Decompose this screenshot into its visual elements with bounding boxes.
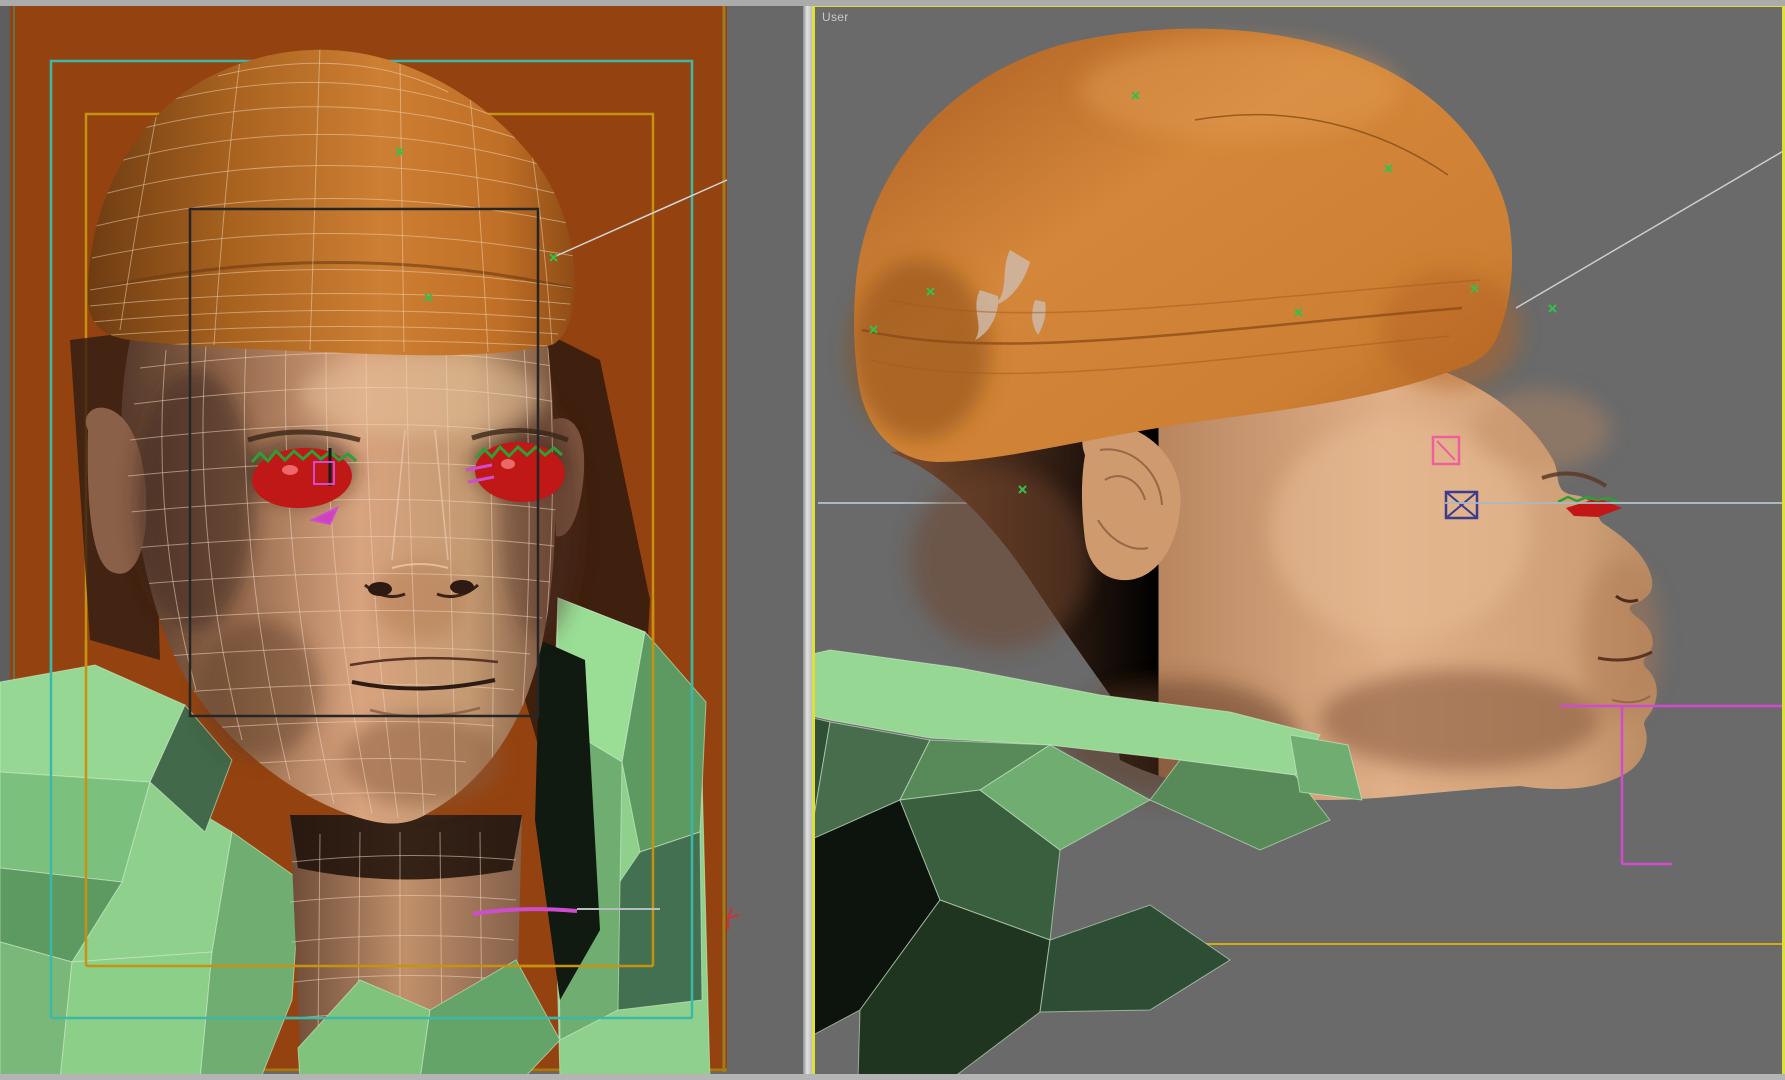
side-viewport-canvas[interactable] xyxy=(812,0,1785,1080)
viewport-area: User xyxy=(0,0,1785,1080)
front-viewport[interactable] xyxy=(0,0,812,1080)
viewport-splitter[interactable] xyxy=(803,0,812,1080)
viewport-label[interactable]: User xyxy=(822,10,849,24)
chin-shadow xyxy=(290,815,522,880)
side-viewport[interactable] xyxy=(812,0,1785,1080)
window-top-edge xyxy=(0,0,1785,6)
front-viewport-canvas[interactable] xyxy=(0,0,812,1080)
window-bottom-edge xyxy=(0,1074,1785,1080)
